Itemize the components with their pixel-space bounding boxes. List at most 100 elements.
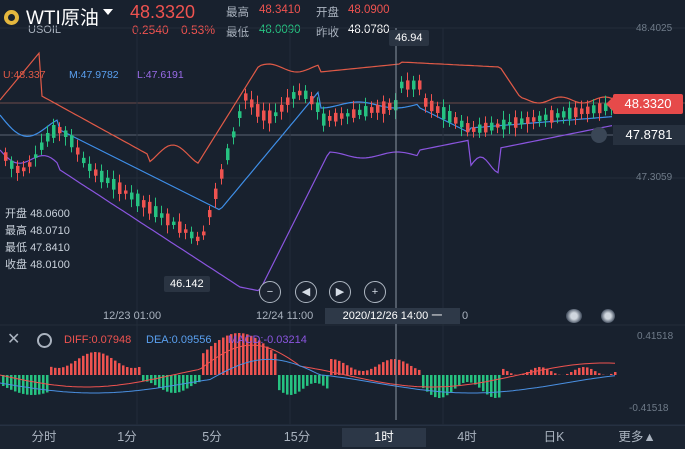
- macd-bar: [58, 368, 61, 375]
- gear-icon[interactable]: [37, 333, 52, 348]
- candle-body: [562, 111, 566, 117]
- candle-body: [556, 113, 560, 117]
- macd-bar: [122, 365, 125, 375]
- macd-bar: [370, 369, 373, 375]
- macd-bar: [82, 356, 85, 375]
- macd-bar: [490, 375, 493, 397]
- tab-0[interactable]: 分时: [14, 428, 74, 447]
- close-icon[interactable]: ✕: [7, 333, 20, 347]
- candle-body: [280, 105, 284, 112]
- macd-bar: [574, 370, 577, 375]
- macd-bar: [166, 375, 169, 392]
- macd-bar: [494, 375, 497, 398]
- macd-bar: [342, 363, 345, 375]
- candle-body: [418, 80, 422, 89]
- macd-bar: [118, 363, 121, 375]
- candle-body: [370, 107, 374, 113]
- candle-body: [334, 113, 338, 122]
- candle-body: [208, 210, 212, 217]
- bell-icon[interactable]: [591, 127, 607, 143]
- candle-body: [10, 161, 14, 169]
- ohlc-close-label: 收盘: [5, 259, 27, 271]
- candle-body: [448, 111, 452, 123]
- line-price-tag[interactable]: 47.8781: [613, 125, 685, 145]
- macd-bar: [286, 375, 289, 395]
- candle-body: [256, 104, 260, 117]
- candle-body: [142, 200, 146, 207]
- candle-body: [130, 193, 134, 200]
- candle-body: [364, 106, 368, 116]
- candle-body: [532, 117, 536, 121]
- macd-bar: [430, 375, 433, 395]
- y-tick-top: 48.4025: [636, 23, 672, 34]
- macd-hist-value: MACD:-0.03214: [228, 334, 307, 346]
- macd-bar: [550, 371, 553, 375]
- macd-bar: [398, 360, 401, 375]
- candle-body: [226, 148, 230, 160]
- zoom-out-button[interactable]: −: [259, 281, 281, 303]
- macd-bar: [390, 359, 393, 375]
- macd-bar: [610, 374, 613, 375]
- tab-3[interactable]: 15分: [267, 428, 327, 447]
- candle-body: [82, 158, 86, 163]
- macd-bar: [502, 369, 505, 375]
- macd-bar: [142, 375, 145, 381]
- candle-body: [580, 109, 584, 115]
- macd-bar: [434, 375, 437, 397]
- tab-5[interactable]: 4时: [437, 428, 497, 447]
- candle-body: [574, 107, 578, 117]
- macd-bar: [110, 358, 113, 375]
- tab-2[interactable]: 5分: [182, 428, 242, 447]
- macd-bar: [270, 350, 273, 375]
- candle-body: [400, 82, 404, 89]
- zoom-in-button[interactable]: +: [364, 281, 386, 303]
- candle-body: [328, 116, 332, 121]
- macd-bar: [378, 364, 381, 375]
- candle-body: [250, 99, 254, 107]
- candle-body: [118, 182, 122, 194]
- macd-bar: [206, 350, 209, 375]
- candle-body: [136, 194, 140, 207]
- candle-body: [160, 213, 164, 218]
- candle-body: [382, 101, 386, 113]
- boll-lower-line: [0, 126, 612, 291]
- candle-body: [544, 115, 548, 121]
- macd-bar: [70, 363, 73, 375]
- x-label-2: 12/24 11:00: [256, 310, 313, 322]
- candle-body: [46, 133, 50, 142]
- kline-chart[interactable]: [0, 0, 685, 448]
- next-button[interactable]: ▶: [329, 281, 351, 303]
- indicator-toggle-icon[interactable]: [566, 309, 582, 323]
- macd-bar: [450, 375, 453, 392]
- macd-bar: [318, 375, 321, 384]
- candle-body: [220, 169, 224, 178]
- macd-bar: [126, 367, 129, 375]
- macd-bar: [106, 356, 109, 375]
- boll-mid-line: [0, 92, 612, 209]
- settings-dot-icon[interactable]: [601, 309, 615, 323]
- macd-bar: [510, 373, 513, 375]
- macd-bar: [306, 375, 309, 386]
- tab-1[interactable]: 1分: [97, 428, 157, 447]
- tab-7[interactable]: 更多▲: [607, 428, 667, 447]
- ohlc-open-value: 48.0600: [30, 208, 70, 220]
- tab-4[interactable]: 1时: [342, 428, 426, 447]
- candle-body: [76, 147, 80, 154]
- crosshair-time-label: 2020/12/26 14:00 一: [325, 308, 460, 324]
- candle-body: [322, 114, 326, 126]
- macd-bar: [278, 375, 281, 390]
- boll-lower-value: L:47.6191: [137, 69, 184, 81]
- tab-6[interactable]: 日K: [524, 428, 584, 447]
- macd-bar: [542, 367, 545, 375]
- candle-body: [238, 111, 242, 118]
- candle-body: [4, 152, 8, 161]
- macd-bar: [346, 365, 349, 375]
- macd-bar: [190, 375, 193, 386]
- prev-button[interactable]: ◀: [295, 281, 317, 303]
- macd-bar: [362, 371, 365, 375]
- candle-body: [472, 127, 476, 132]
- candle-body: [304, 91, 308, 99]
- candle-body: [598, 103, 602, 113]
- macd-bar: [38, 375, 41, 394]
- boll-mid-value: M:47.9782: [69, 69, 119, 81]
